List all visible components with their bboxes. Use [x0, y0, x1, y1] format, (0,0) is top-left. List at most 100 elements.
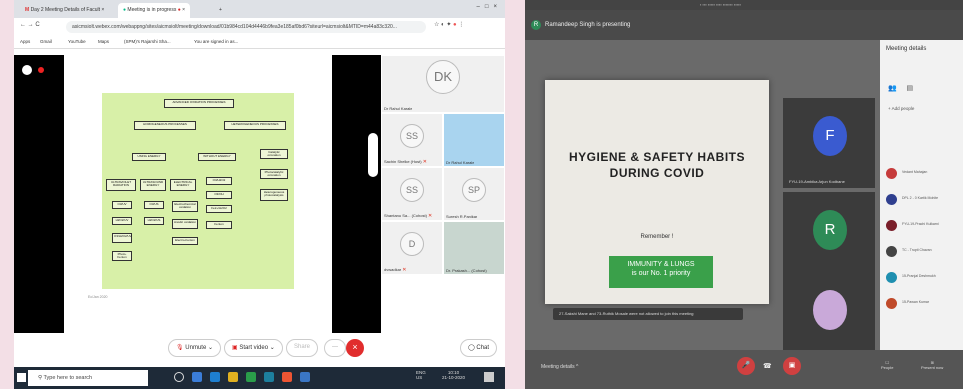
zoom-toolbar[interactable] — [368, 133, 378, 177]
avatar — [886, 272, 897, 283]
start-video-button[interactable]: ▣ Start video ⌄ — [224, 339, 283, 357]
participant-tile[interactable]: SS Sachin Shelke (Host) ✕ — [381, 113, 443, 167]
mic-off-button[interactable]: 🎤 — [737, 357, 755, 375]
hangup-icon[interactable]: ☎ — [763, 362, 772, 370]
node-o3-oh: O3/OH — [206, 191, 232, 199]
avatar-photo — [813, 290, 847, 330]
avatar: D — [400, 232, 424, 256]
node-electrochemical-oxidation: Electrochemical oxidation — [172, 201, 198, 212]
taskbar-search[interactable]: ⚲ Type here to search — [28, 370, 148, 386]
end-meeting-button[interactable]: × — [346, 339, 364, 357]
bookmark-apps[interactable]: Apps — [20, 39, 30, 44]
word-icon[interactable] — [300, 372, 310, 382]
present-now-button[interactable]: ⊞ Present now — [921, 360, 943, 370]
camera-off-button[interactable]: ▣ — [783, 357, 801, 375]
settings-icon[interactable] — [22, 65, 32, 75]
participant-tile[interactable]: D dvwadkar ✕ — [381, 221, 443, 275]
store-icon[interactable] — [264, 372, 274, 382]
file-explorer-icon[interactable] — [246, 372, 256, 382]
bookmark-gmail[interactable]: Gmail — [40, 39, 52, 44]
bookmarks-bar: Apps Gmail YouTube Maps (SPM)'s Rajarshi… — [14, 36, 505, 49]
list-item[interactable]: FYU-19-Prachi Kulkarni — [884, 216, 960, 236]
participant-tile[interactable]: FYU-19-Mrunali Bhushan Mane — [783, 272, 875, 362]
node-o3-h2o2: O3/H2O2 — [206, 177, 232, 185]
node-homogeneous: HOMOGENEOUS PROCESSES — [134, 121, 196, 130]
share-letterbox-left — [14, 55, 64, 333]
participant-tile[interactable]: R Ramandeep Singh — [783, 192, 875, 282]
node-electro-fenton: Electro-Fenton — [172, 237, 198, 245]
participant-name: Dr. Prakash... (Cohost) — [446, 268, 487, 273]
covid-slide: HYGIENE & SAFETY HABITS DURING COVID Reme… — [545, 80, 769, 304]
tab-webex-meeting[interactable]: ● Meeting is in progress ● × — [118, 3, 191, 18]
node-o3-h2o2-uv: O3/H2O2/UV — [112, 233, 132, 243]
participant-name: Dr Rahul Karale — [384, 106, 413, 111]
list-item[interactable]: Vedant Mahajan — [884, 164, 960, 184]
participant-tile-video[interactable]: Dr. Prakash... (Cohost) — [443, 221, 505, 275]
node-without-energy: WITHOUT ENERGY — [198, 153, 236, 161]
participant-grid: DK Dr Rahul Karale SS Sachin Shelke (Hos… — [381, 55, 505, 343]
chrome-icon[interactable] — [228, 372, 238, 382]
list-item[interactable]: 15-Pawan Kumar — [884, 294, 960, 314]
people-tab-icon[interactable]: 👥 ▤ — [888, 84, 913, 92]
windows-start-icon[interactable] — [17, 373, 26, 382]
node-fe-h2o2: Fe2+/H2O2 — [206, 205, 232, 213]
participant-tile[interactable]: SS Shantanu Sa... (Cohost) ✕ — [381, 167, 443, 221]
gmail-icon: M — [25, 7, 30, 13]
node-ultrasound: ULTRASOUND ENERGY — [140, 179, 166, 191]
bookmark-youtube[interactable]: YouTube — [68, 39, 86, 44]
tab-meeting-details[interactable]: M Day 2 Meeting Details of Facult × — [20, 3, 109, 18]
webex-meeting-area: ADVANCED OXIDATION PROCESSES HOMOGENEOUS… — [14, 49, 505, 367]
participant-name: Dr Rahul Karale — [446, 160, 475, 165]
node-fenton: Fenton — [206, 221, 232, 229]
nav-arrows-icon[interactable]: ← → C — [20, 22, 40, 28]
mic-off-icon: 🎙 — [176, 345, 184, 351]
slide-title: HYGIENE & SAFETY HABITS DURING COVID — [569, 150, 745, 180]
share-button[interactable]: Share — [286, 339, 319, 357]
list-item[interactable]: DPL 2 - 0 Kartik Mohite — [884, 190, 960, 210]
language-indicator[interactable]: ENG US — [416, 370, 426, 381]
cortana-icon[interactable] — [174, 372, 184, 382]
node-heterogeneous-photocatalysis: Heterogeneous photocatalysis — [260, 189, 288, 201]
window-controls[interactable]: – □ × — [477, 4, 497, 10]
notification-icon[interactable] — [484, 372, 494, 382]
node-o3-uv: O3/UV — [112, 201, 132, 209]
video-off-icon: ▣ — [232, 345, 238, 351]
bookmark-signed-in[interactable]: You are signed in as... — [194, 39, 238, 44]
avatar — [886, 194, 897, 205]
node-uv-radiation: ULTRAVIOLET RADIATION — [106, 179, 136, 191]
participant-tile-video[interactable]: Dr Rahul Karale — [443, 113, 505, 167]
chat-button[interactable]: ◯ Chat — [460, 339, 498, 357]
more-button[interactable]: ··· — [324, 339, 346, 357]
share-letterbox-right — [332, 55, 382, 333]
meeting-details-button[interactable]: Meeting details ^ — [541, 364, 578, 370]
clock[interactable]: 10:10 21-10-2020 — [442, 370, 465, 381]
avatar: DK — [426, 60, 460, 94]
new-tab-button[interactable]: + — [214, 3, 227, 18]
url-field[interactable]: asicmsiolt.webex.com/webappng/sites/aicm… — [66, 21, 426, 33]
chat-icon: ◯ — [468, 345, 475, 351]
left-screenshot: M Day 2 Meeting Details of Facult × ● Me… — [14, 0, 505, 389]
participant-tile[interactable]: F FYU-19-Ambika Arjun Kodbane — [783, 98, 875, 188]
add-people-button[interactable]: + Add people — [888, 106, 914, 111]
app-icon[interactable] — [282, 372, 292, 382]
avatar: F — [813, 116, 847, 156]
participant-tile[interactable]: SP Suresh R.Panikar — [443, 167, 505, 221]
mic-muted-icon: ✕ — [422, 159, 427, 165]
people-button[interactable]: ☐ People — [881, 360, 893, 370]
bookmark-rajarshi[interactable]: (SPM)'s Rajarshi Sha... — [124, 39, 171, 44]
bookmark-maps[interactable]: Maps — [98, 39, 109, 44]
node-electrical: ELECTRICAL ENERGY — [170, 179, 196, 191]
extension-icons[interactable]: ☆ ◐ ✦ ● ⋮ — [434, 21, 464, 28]
list-item[interactable]: TC - Trupti Chavan — [884, 242, 960, 262]
list-item[interactable]: 15-Pranjal Deshmukh — [884, 268, 960, 288]
edge-icon[interactable] — [210, 372, 220, 382]
webex-icon: ● — [123, 7, 127, 13]
right-screenshot: ▪ ▪▪▪ ▪▪▪▪▪ ▪▪▪▪ ▪▪▪▪▪▪▪ ▪▪▪▪▪ R Ramande… — [525, 0, 963, 389]
slide-remember: Remember ! — [640, 234, 674, 240]
participant-tile[interactable]: DK Dr Rahul Karale — [381, 55, 505, 113]
node-heterogeneous: HETEROGENEOUS PROCESSES — [224, 121, 286, 130]
task-view-icon[interactable] — [192, 372, 202, 382]
unmute-button[interactable]: 🎙 Unmute ⌄ — [168, 339, 222, 357]
recording-dot-icon — [38, 67, 44, 73]
participant-name: dvwadkar ✕ — [384, 267, 407, 273]
